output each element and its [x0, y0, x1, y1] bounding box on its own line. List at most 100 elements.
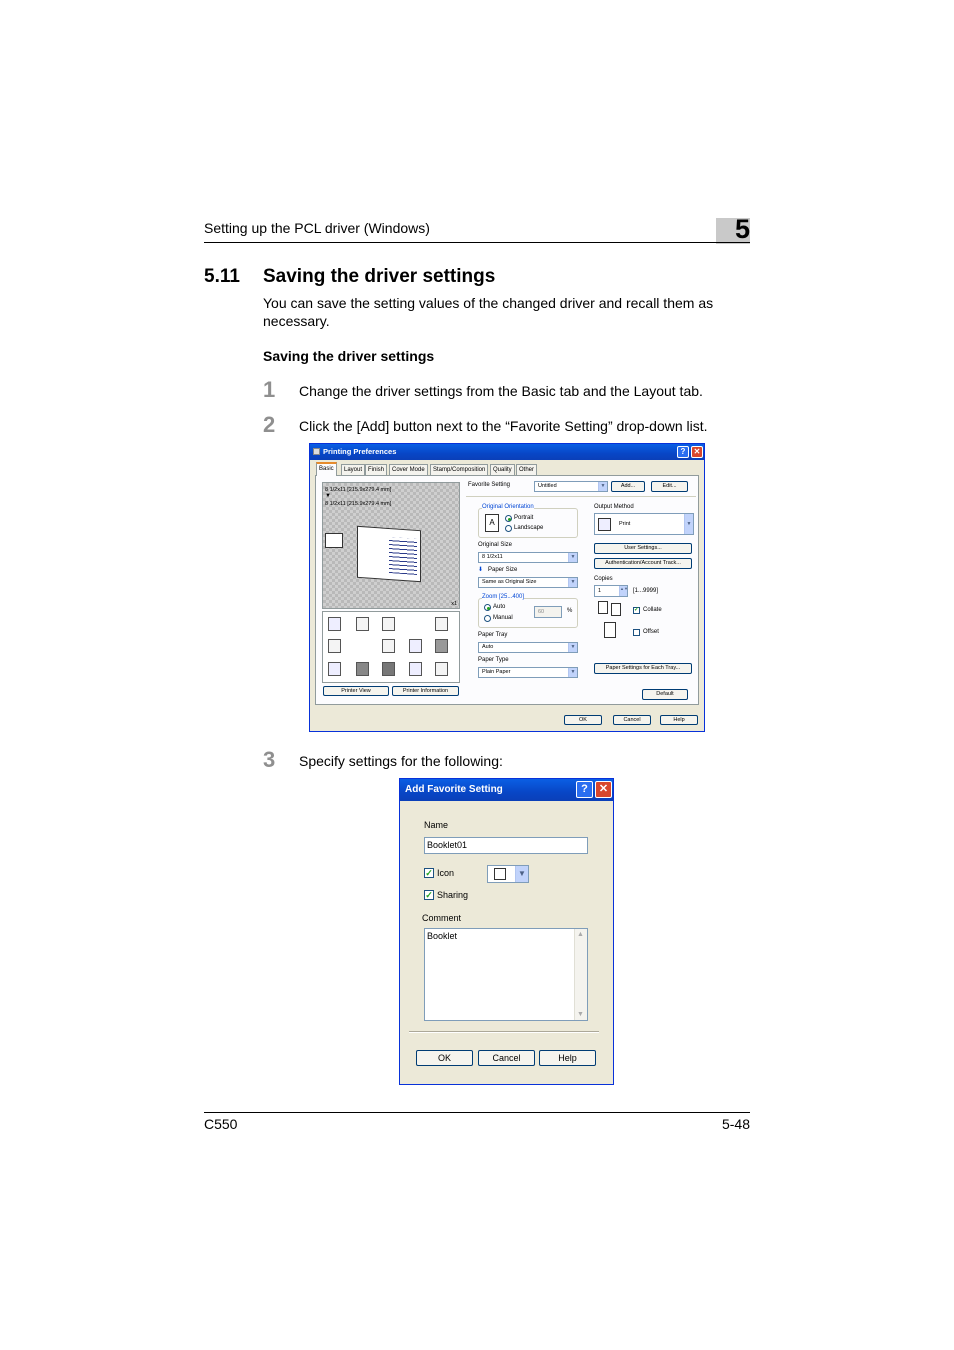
watermark-icon[interactable] — [409, 662, 422, 676]
section-number: 5.11 — [204, 266, 240, 287]
comment-textarea[interactable]: Booklet ▲ ▼ — [424, 928, 588, 1021]
overlay-icon[interactable] — [435, 662, 448, 676]
help-title-button[interactable]: ? — [576, 781, 593, 798]
step-number: 3 — [263, 747, 276, 772]
paper-type-value: Plain Paper — [482, 669, 511, 675]
ok-button[interactable]: OK — [564, 715, 602, 725]
booklet-preview-image — [357, 525, 421, 583]
copies-value: 1 — [598, 588, 602, 594]
printer-icon — [313, 448, 320, 455]
chevron-down-icon: ▼ — [568, 553, 577, 562]
user-auth-icon[interactable] — [356, 662, 369, 676]
cover-icon[interactable] — [435, 639, 448, 653]
tab-quality[interactable]: Quality — [490, 464, 515, 475]
account-track-icon[interactable] — [382, 662, 395, 676]
tab-other[interactable]: Other — [516, 464, 538, 475]
help-button[interactable]: Help — [660, 715, 698, 725]
scroll-down-icon[interactable]: ▼ — [577, 1011, 584, 1018]
offset-icon — [604, 622, 616, 638]
icon-label: Icon — [437, 868, 455, 878]
tab-finish[interactable]: Finish — [365, 464, 388, 475]
comment-scrollbar[interactable]: ▲ ▼ — [574, 929, 587, 1020]
copies-label: Copies — [594, 576, 613, 582]
close-button[interactable]: ✕ — [595, 781, 612, 798]
paper-tray-dropdown[interactable]: Auto ▼ — [478, 642, 578, 653]
page-preview: 8 1/2x11 [215.9x279.4 mm] ▼ 8 1/2x11 [21… — [322, 482, 460, 609]
copies-input[interactable]: 1 ▲▼ — [594, 585, 628, 597]
output-tray-icon[interactable] — [409, 639, 422, 653]
favorite-setting-label: Favorite Setting — [468, 482, 511, 488]
function-icon-panel — [322, 611, 460, 683]
preview-paper-size: 8 1/2x11 [215.9x279.4 mm] — [325, 501, 392, 507]
zoom-group — [478, 598, 578, 628]
tab-cover-mode[interactable]: Cover Mode — [389, 464, 428, 475]
dialog-titlebar: Add Favorite Setting ? ✕ — [400, 779, 613, 801]
zoom-unit: % — [567, 608, 573, 614]
step-text: Change the driver settings from the Basi… — [299, 383, 703, 399]
chevron-down-icon: ▼ — [568, 668, 577, 677]
staple-icon[interactable] — [435, 617, 448, 631]
chevron-down-icon: ▼ — [598, 482, 607, 491]
landscape-radio[interactable] — [505, 525, 512, 532]
dialog-title: Printing Preferences — [323, 447, 397, 456]
output-method-dropdown[interactable]: Print ▼ — [594, 513, 694, 535]
paper-size-label: Paper Size — [488, 567, 518, 573]
sheet-thumbnail — [325, 533, 343, 548]
step-number: 2 — [263, 412, 276, 437]
tab-stamp-composition[interactable]: Stamp/Composition — [430, 464, 489, 475]
offset-checkbox[interactable] — [633, 629, 640, 636]
paper-settings-each-tray-button[interactable]: Paper Settings for Each Tray... — [594, 663, 692, 674]
output-method-value: Print — [619, 521, 631, 527]
punch-icon[interactable] — [328, 639, 341, 653]
tab-layout[interactable]: Layout — [341, 464, 366, 475]
favorite-setting-dropdown[interactable]: Untitled ▼ — [534, 481, 608, 492]
duplex-icon[interactable] — [382, 617, 395, 631]
spinner-arrows-icon[interactable]: ▲▼ — [619, 586, 628, 596]
paper-type-dropdown[interactable]: Plain Paper ▼ — [478, 667, 578, 678]
user-settings-button[interactable]: User Settings... — [594, 543, 692, 554]
chevron-down-icon: ▼ — [515, 866, 528, 882]
portrait-orientation-icon: A — [485, 514, 499, 532]
close-button[interactable]: ✕ — [691, 446, 703, 458]
intro-paragraph: You can save the setting values of the c… — [263, 295, 714, 329]
printer-view-button[interactable]: Printer View — [323, 686, 389, 696]
printer-information-button[interactable]: Printer Information — [392, 686, 459, 696]
help-button[interactable]: Help — [539, 1050, 596, 1066]
ok-button[interactable]: OK — [416, 1050, 473, 1066]
booklet-function-icon[interactable] — [328, 617, 341, 631]
collate-checkbox[interactable]: ✓ — [633, 607, 640, 614]
original-size-dropdown[interactable]: 8 1/2x11 ▼ — [478, 552, 578, 563]
default-button[interactable]: Default — [642, 689, 688, 700]
name-label: Name — [424, 820, 449, 830]
fold-icon[interactable] — [382, 639, 395, 653]
add-button[interactable]: Add... — [611, 481, 645, 492]
icon-dropdown[interactable]: ▼ — [487, 865, 529, 883]
cancel-button[interactable]: Cancel — [478, 1050, 535, 1066]
help-title-button[interactable]: ? — [677, 446, 689, 458]
zoom-group-label: Zoom [25...400] — [482, 594, 525, 600]
footer-rule — [204, 1112, 750, 1113]
cancel-button[interactable]: Cancel — [613, 715, 651, 725]
collate-label: Collate — [643, 607, 662, 613]
original-size-label: Original Size — [478, 542, 513, 548]
print-type-icon[interactable] — [328, 662, 341, 676]
collate-icon — [598, 601, 624, 617]
portrait-radio[interactable] — [505, 515, 512, 522]
scroll-up-icon[interactable]: ▲ — [577, 931, 584, 938]
zoom-manual-radio[interactable] — [484, 615, 491, 622]
tab-basic[interactable]: Basic — [316, 462, 337, 476]
running-header: Setting up the PCL driver (Windows) — [204, 220, 430, 236]
sharing-checkbox[interactable]: ✓ — [424, 890, 434, 900]
landscape-label: Landscape — [514, 525, 544, 531]
edit-button[interactable]: Edit... — [651, 481, 688, 492]
paper-size-dropdown[interactable]: Same as Original Size ▼ — [478, 577, 578, 588]
paper-tray-label: Paper Tray — [478, 632, 508, 638]
authentication-button[interactable]: Authentication/Account Track... — [594, 558, 692, 569]
zoom-value-input[interactable]: 60 — [534, 606, 562, 618]
icon-checkbox[interactable]: ✓ — [424, 868, 434, 878]
zoom-auto-radio[interactable] — [484, 604, 491, 611]
combination-icon[interactable] — [356, 617, 369, 631]
name-input[interactable]: Booklet01 — [424, 837, 588, 854]
section-title: Saving the driver settings — [263, 266, 496, 287]
subheading: Saving the driver settings — [263, 348, 435, 364]
